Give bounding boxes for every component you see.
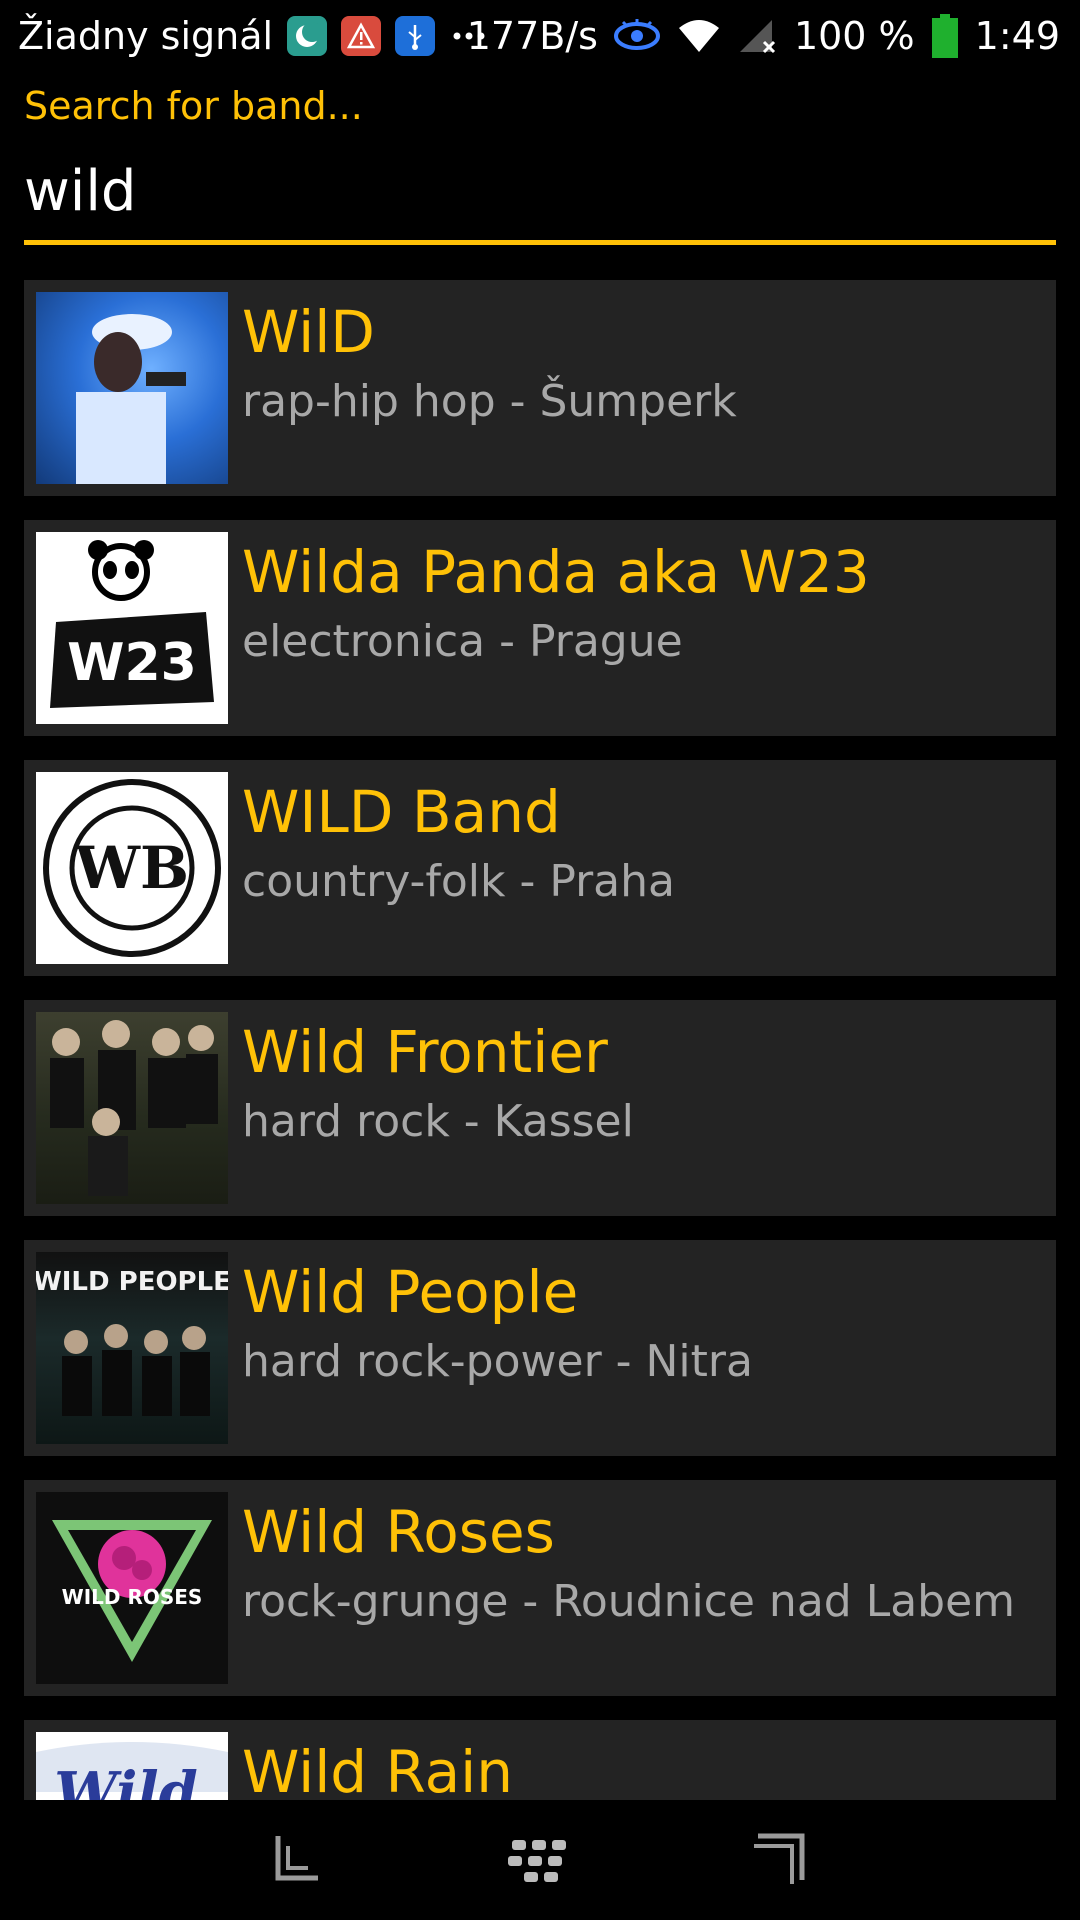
- recent-apps-icon[interactable]: [740, 1830, 820, 1890]
- svg-text:WILD ROSES: WILD ROSES: [62, 1585, 203, 1609]
- moon-icon: [287, 16, 328, 56]
- band-row-wild-frontier[interactable]: Wild Frontier hard rock - Kassel: [24, 1000, 1056, 1216]
- band-name: Wild Roses: [242, 1498, 555, 1566]
- status-bar-right: 177B/s 100 % 1:49: [467, 12, 1060, 60]
- band-row-wild-roses[interactable]: WILD ROSES Wild Roses rock-grunge - Roud…: [24, 1480, 1056, 1696]
- warning-icon: [341, 16, 382, 56]
- band-thumbnail: [36, 292, 228, 484]
- band-genre-city: hard rock - Kassel: [242, 1096, 634, 1147]
- status-bar: Žiadny signál 177B/s 100 % 1:49: [0, 0, 1080, 72]
- band-name: Wild Rain: [242, 1738, 513, 1800]
- usb-icon: [395, 16, 436, 56]
- band-row-wilda-panda[interactable]: W23 Wilda Panda aka W23 electronica - Pr…: [24, 520, 1056, 736]
- band-name: WilD: [242, 298, 375, 366]
- network-speed: 177B/s: [466, 14, 598, 58]
- band-row-wild-band[interactable]: WB WILD Band country-folk - Praha: [24, 760, 1056, 976]
- results-list[interactable]: WilD rap-hip hop - Šumperk W23 Wilda Pan…: [0, 280, 1080, 1800]
- svg-text:WILD PEOPLE: WILD PEOPLE: [36, 1267, 228, 1297]
- clock: 1:49: [974, 14, 1060, 58]
- search-label: Search for band...: [24, 84, 363, 128]
- screen: Žiadny signál 177B/s 100 % 1:49 Search f…: [0, 0, 1080, 1920]
- band-thumbnail: Wild: [36, 1732, 228, 1800]
- band-thumbnail: WILD PEOPLE: [36, 1252, 228, 1444]
- svg-text:WB: WB: [74, 834, 189, 902]
- band-genre-city: hard rock-power - Nitra: [242, 1336, 753, 1387]
- band-row-wild-rain[interactable]: Wild Wild Rain: [24, 1720, 1056, 1800]
- band-genre-city: rock-grunge - Roudnice nad Labem: [242, 1576, 1016, 1627]
- band-row-wild-people[interactable]: WILD PEOPLE Wild People hard rock-power …: [24, 1240, 1056, 1456]
- band-genre-city: electronica - Prague: [242, 616, 683, 667]
- search-input[interactable]: [24, 156, 1056, 226]
- band-thumbnail: W23: [36, 532, 228, 724]
- band-thumbnail: WB: [36, 772, 228, 964]
- no-signal-icon: [736, 16, 780, 56]
- band-name: Wild People: [242, 1258, 579, 1326]
- band-thumbnail: WILD ROSES: [36, 1492, 228, 1684]
- back-icon[interactable]: [260, 1830, 340, 1890]
- navigation-bar: [0, 1800, 1080, 1920]
- band-genre-city: rap-hip hop - Šumperk: [242, 376, 737, 427]
- search-underline: [24, 240, 1056, 245]
- wifi-icon: [676, 16, 722, 56]
- band-genre-city: country-folk - Praha: [242, 856, 675, 907]
- blackberry-logo-icon[interactable]: [500, 1830, 580, 1890]
- band-name: Wild Frontier: [242, 1018, 608, 1086]
- svg-text:W23: W23: [67, 633, 197, 693]
- band-name: Wilda Panda aka W23: [242, 538, 870, 606]
- battery-percent: 100 %: [793, 14, 915, 58]
- status-bar-left: Žiadny signál: [18, 12, 489, 60]
- eye-icon: [612, 16, 662, 56]
- svg-text:Wild: Wild: [54, 1760, 198, 1800]
- carrier-label: Žiadny signál: [18, 14, 274, 58]
- band-thumbnail: [36, 1012, 228, 1204]
- band-row-wild[interactable]: WilD rap-hip hop - Šumperk: [24, 280, 1056, 496]
- band-name: WILD Band: [242, 778, 561, 846]
- battery-icon: [929, 14, 961, 58]
